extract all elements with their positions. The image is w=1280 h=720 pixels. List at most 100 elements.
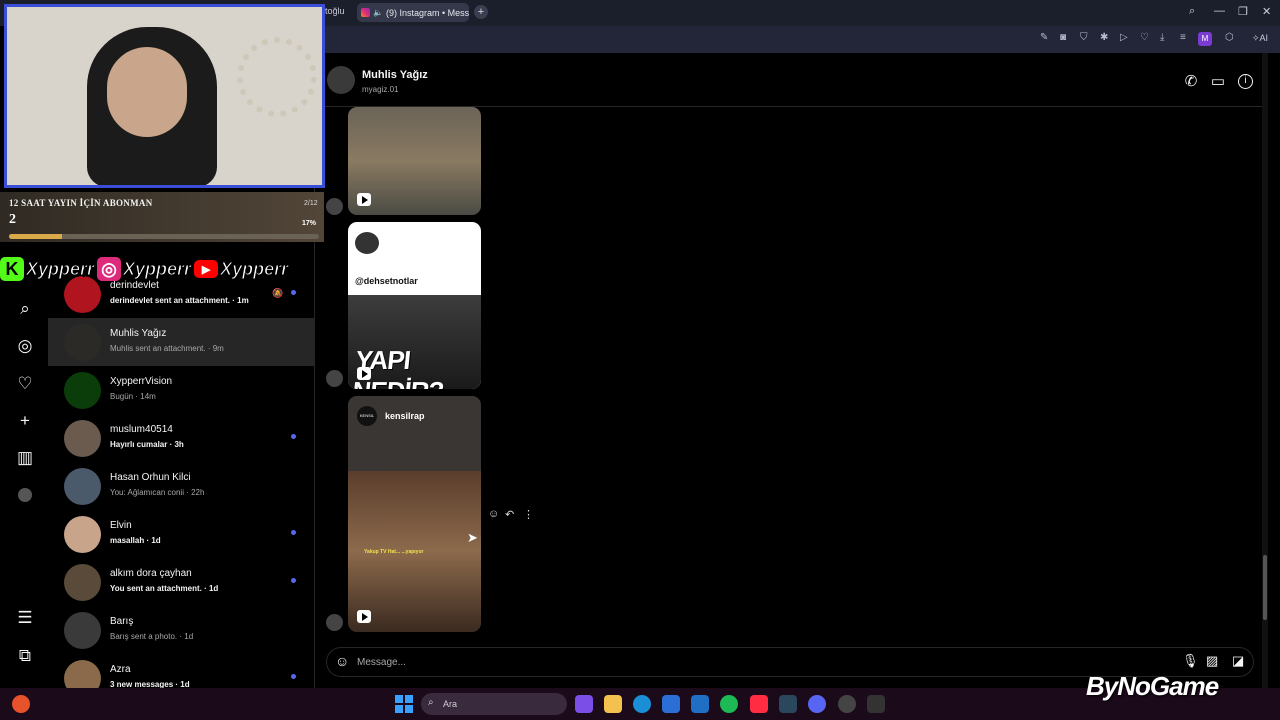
minimize-icon[interactable]: — bbox=[1214, 5, 1225, 17]
shared-reel-card[interactable] bbox=[348, 107, 481, 215]
play-icon[interactable]: ▷ bbox=[1120, 32, 1128, 43]
shield-icon[interactable]: ⛉ bbox=[1080, 32, 1088, 43]
social-handle: ▶ Xypperr bbox=[194, 258, 289, 280]
chat-name: alkım dora çayhan bbox=[110, 568, 192, 579]
cube-icon[interactable]: ⬡ bbox=[1225, 32, 1234, 43]
phone-call-icon[interactable]: ✆ bbox=[1181, 72, 1201, 92]
spotify-icon[interactable] bbox=[720, 695, 738, 713]
close-icon[interactable]: ✕ bbox=[1262, 5, 1271, 18]
search-icon[interactable]: ⌕ bbox=[1189, 5, 1195, 18]
more-options-icon[interactable]: ⋮ bbox=[523, 508, 534, 521]
avatar[interactable] bbox=[327, 66, 355, 94]
notifications-heart-icon[interactable]: ♡ bbox=[14, 373, 36, 395]
goal-title: 12 SAAT YAYIN İÇİN ABONMAN bbox=[9, 198, 153, 208]
opera-icon[interactable] bbox=[750, 695, 768, 713]
conversation-name[interactable]: Muhlis Yağız bbox=[362, 69, 428, 81]
chat-row[interactable]: muslum40514 Hayırlı cumalar · 3h bbox=[48, 414, 314, 462]
goal-percent: 17% bbox=[302, 220, 317, 227]
extension-icon[interactable]: ✱ bbox=[1100, 32, 1108, 43]
unread-dot bbox=[291, 434, 296, 439]
goal-progress-bar bbox=[9, 234, 319, 239]
chat-row[interactable]: Elvin masallah · 1d bbox=[48, 510, 314, 558]
chat-name: Barış bbox=[110, 616, 134, 627]
start-icon[interactable] bbox=[395, 695, 413, 713]
profile-button[interactable]: M bbox=[1198, 32, 1212, 46]
sticker-icon[interactable]: ◪ bbox=[1232, 653, 1244, 669]
edge-icon[interactable] bbox=[633, 695, 651, 713]
ai-button[interactable]: ✧AI bbox=[1252, 33, 1268, 44]
start-tile bbox=[405, 705, 413, 713]
webcam-overlay bbox=[4, 4, 325, 188]
avatar bbox=[64, 420, 101, 457]
app-icon[interactable] bbox=[867, 695, 885, 713]
react-icon[interactable]: ☺ bbox=[488, 508, 499, 520]
heart-icon[interactable]: ♡ bbox=[1140, 32, 1149, 43]
steam-icon[interactable] bbox=[779, 695, 797, 713]
reel-author-avatar bbox=[355, 232, 379, 254]
avatar bbox=[64, 468, 101, 505]
avatar bbox=[326, 370, 343, 387]
chat-preview: Bugün · 14m bbox=[110, 392, 156, 401]
chat-row[interactable]: Muhlis Yağız Muhlis sent an attachment. ·… bbox=[48, 318, 314, 366]
avatar bbox=[64, 324, 101, 361]
store-icon[interactable] bbox=[662, 695, 680, 713]
microphone-icon[interactable]: 🎙 bbox=[1182, 653, 1199, 669]
wall-decor bbox=[237, 37, 317, 117]
shared-reel-card[interactable]: @dehsetnotlar YAPI NEDİR? bbox=[348, 222, 481, 389]
new-tab-button[interactable]: + bbox=[474, 5, 488, 19]
chat-preview: Barış sent a photo. · 1d bbox=[110, 632, 194, 641]
file-explorer-icon[interactable] bbox=[604, 695, 622, 713]
more-menu-icon[interactable]: ☰ bbox=[14, 607, 36, 629]
chat-preview: You: Ağlamıcan conii · 22h bbox=[110, 488, 205, 497]
download-icon[interactable]: ⤓ bbox=[1160, 32, 1164, 43]
tab-previous[interactable]: rtoğlu bbox=[322, 6, 345, 16]
scrollbar-thumb[interactable] bbox=[1263, 555, 1267, 620]
reel-play-icon bbox=[357, 193, 371, 206]
profile-avatar[interactable] bbox=[18, 488, 32, 502]
avatar bbox=[64, 564, 101, 601]
start-tile bbox=[395, 695, 403, 703]
info-icon[interactable]: i bbox=[1238, 74, 1253, 89]
create-plus-icon[interactable]: + bbox=[14, 410, 36, 432]
chat-preview: Muhlis sent an attachment. · 9m bbox=[110, 344, 224, 353]
threads-icon[interactable]: ⧉ bbox=[14, 645, 36, 667]
chat-row[interactable]: XypperrVision Bugün · 14m bbox=[48, 366, 314, 414]
app-icon[interactable] bbox=[12, 695, 30, 713]
discord-icon[interactable] bbox=[808, 695, 826, 713]
goal-number: 2 bbox=[9, 212, 16, 227]
restore-icon[interactable]: ❐ bbox=[1238, 5, 1248, 18]
copilot-icon[interactable] bbox=[575, 695, 593, 713]
social-handle: ◎ Xypperr bbox=[97, 257, 192, 281]
reel-play-icon bbox=[357, 610, 371, 623]
social-handle: K Xypperr bbox=[0, 257, 95, 281]
dashboard-icon[interactable]: ▥ bbox=[14, 447, 36, 469]
shared-reel-card[interactable]: KENSIL kensilrap Yakup TV Hat... ...yapı… bbox=[348, 396, 481, 632]
edit-icon[interactable]: ✎ bbox=[1040, 32, 1048, 43]
kick-icon: K bbox=[0, 257, 24, 281]
video-call-icon[interactable]: ▭ bbox=[1208, 72, 1228, 92]
app-icon[interactable] bbox=[838, 695, 856, 713]
search-icon[interactable]: ⌕ bbox=[14, 298, 36, 320]
chat-row[interactable]: Barış Barış sent a photo. · 1d bbox=[48, 606, 314, 654]
image-icon[interactable]: ▨ bbox=[1206, 653, 1218, 669]
emoji-icon[interactable]: ☺ bbox=[335, 653, 349, 669]
goal-progress-fill bbox=[9, 234, 62, 239]
chat-row[interactable]: Hasan Orhun Kilci You: Ağlamıcan conii · … bbox=[48, 462, 314, 510]
taskbar-search[interactable]: Ara bbox=[421, 693, 567, 715]
menu-icon[interactable]: ≡ bbox=[1180, 32, 1186, 43]
tab-title: (9) Instagram • Messa bbox=[385, 7, 469, 18]
tab-instagram[interactable]: 🔈 (9) Instagram • Messa bbox=[357, 3, 469, 22]
unread-dot bbox=[291, 530, 296, 535]
chat-row[interactable]: alkım dora çayhan You sent an attachment.… bbox=[48, 558, 314, 606]
social-handle-name: Xypperr bbox=[220, 258, 289, 279]
taskbar-search-label: Ara bbox=[443, 699, 458, 709]
explore-icon[interactable]: ◎ bbox=[14, 335, 36, 357]
sparkle-icon: ✧ bbox=[1252, 33, 1260, 43]
reel-caption: Yakup TV Hat... ...yapıyor bbox=[364, 549, 424, 555]
chat-name: XypperrVision bbox=[110, 376, 173, 387]
message-input[interactable] bbox=[357, 650, 1137, 674]
camera-icon[interactable]: ◙ bbox=[1060, 32, 1066, 43]
mail-icon[interactable] bbox=[691, 695, 709, 713]
reply-icon[interactable]: ↶ bbox=[505, 508, 514, 521]
conversation-username: myagiz.01 bbox=[362, 85, 399, 94]
